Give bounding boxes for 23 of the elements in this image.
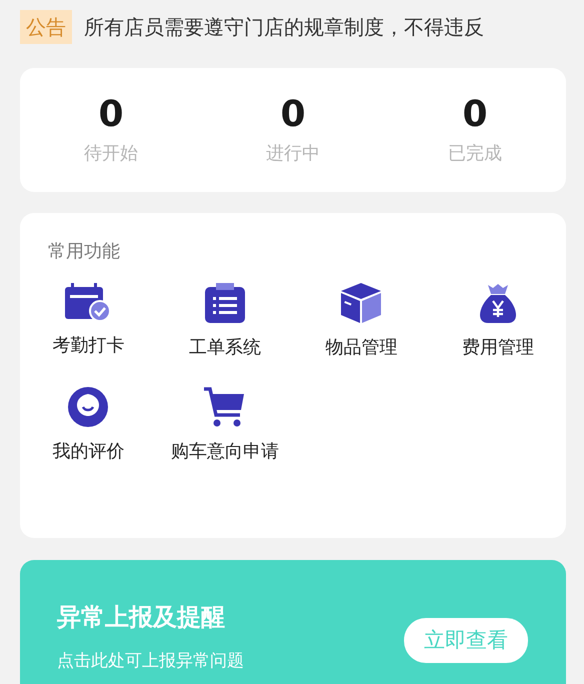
box-icon	[341, 283, 382, 323]
stat-label: 进行中	[266, 142, 320, 165]
money-bag-icon	[480, 283, 516, 323]
stat-value: 0	[280, 95, 306, 135]
function-label[interactable]: 工单系统	[188, 335, 261, 359]
notice-tag: 公告	[20, 10, 72, 44]
calendar-check-icon	[65, 283, 112, 321]
function-label[interactable]: 购车意向申请	[170, 439, 279, 463]
clipboard-icon	[204, 283, 245, 323]
function-label[interactable]: 费用管理	[462, 335, 534, 359]
section-title: 常用功能	[48, 240, 121, 263]
notice-text: 所有店员需要遵守门店的规章制度，不得违反	[84, 14, 484, 40]
stat-label: 待开始	[84, 142, 138, 165]
smile-icon	[68, 387, 108, 427]
function-label[interactable]: 考勤打卡	[52, 333, 124, 357]
function-label[interactable]: 物品管理	[325, 335, 398, 359]
stat-label: 已完成	[448, 142, 502, 165]
banner-subtitle: 点击此处可上报异常问题	[57, 650, 244, 672]
stat-value: 0	[98, 95, 124, 135]
stat-value: 0	[462, 95, 488, 135]
banner-title: 异常上报及提醒	[57, 602, 226, 632]
cart-icon	[204, 387, 246, 427]
function-label[interactable]: 我的评价	[52, 439, 124, 463]
